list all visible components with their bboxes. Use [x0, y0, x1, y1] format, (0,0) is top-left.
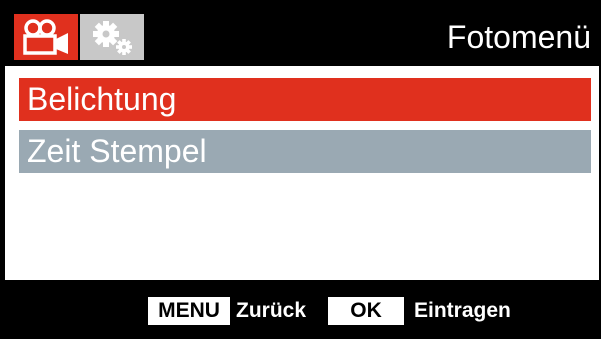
- menu-item-exposure[interactable]: Belichtung: [19, 78, 591, 121]
- menu-item-time-stamp[interactable]: Zeit Stempel: [19, 130, 591, 173]
- page-title: Fotomenü: [446, 19, 591, 55]
- ok-key-badge[interactable]: OK: [328, 297, 404, 325]
- back-label: Zurück: [236, 299, 307, 322]
- movie-camera-icon: [23, 19, 68, 55]
- menu-panel: Belichtung Zeit Stempel: [5, 66, 599, 280]
- top-bar: Fotomenü: [0, 0, 601, 66]
- enter-label: Eintragen: [414, 299, 511, 322]
- tab-video[interactable]: [14, 14, 78, 60]
- camera-screen: Fotomenü Belichtung Zeit Stempel MENU Zu…: [0, 0, 601, 339]
- bottom-bar: MENU Zurück OK Eintragen: [0, 280, 601, 339]
- gears-icon: [93, 21, 132, 55]
- menu-key-badge[interactable]: MENU: [148, 297, 230, 325]
- tab-settings[interactable]: [80, 14, 144, 60]
